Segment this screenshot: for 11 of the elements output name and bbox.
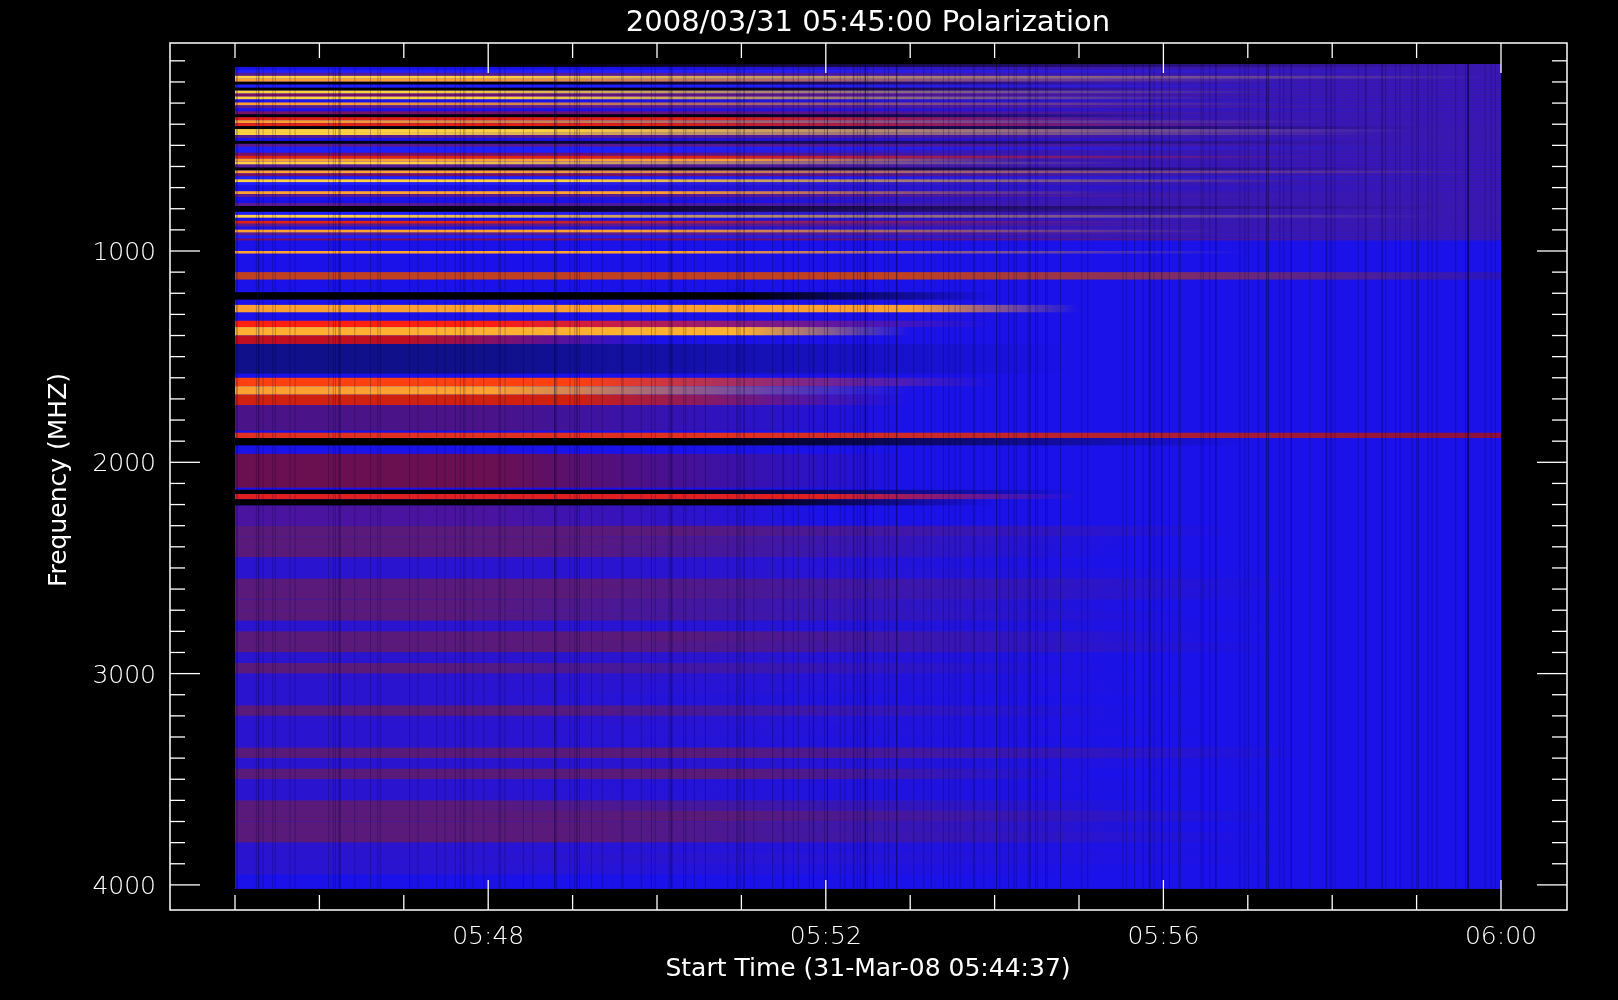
axis-tick-label: 2000 xyxy=(92,448,156,478)
axis-tick-label: 1000 xyxy=(92,237,156,266)
axis-tick-label: 06:00 xyxy=(1465,921,1537,950)
axis-title: Start Time (31-Mar-08 05:44:37) xyxy=(665,953,1071,982)
axis-tick-label: 05:52 xyxy=(789,921,862,950)
chart-title: 2008/03/31 05:45:00 Polarization xyxy=(625,4,1111,38)
axis-tick-label: 05:48 xyxy=(452,921,525,950)
axis-tick-label: 4000 xyxy=(92,870,156,900)
axis-title: Frequency (MHZ) xyxy=(43,372,72,588)
axis-tick-label: 3000 xyxy=(92,659,156,689)
axis-tick-label: 05:56 xyxy=(1127,921,1200,950)
